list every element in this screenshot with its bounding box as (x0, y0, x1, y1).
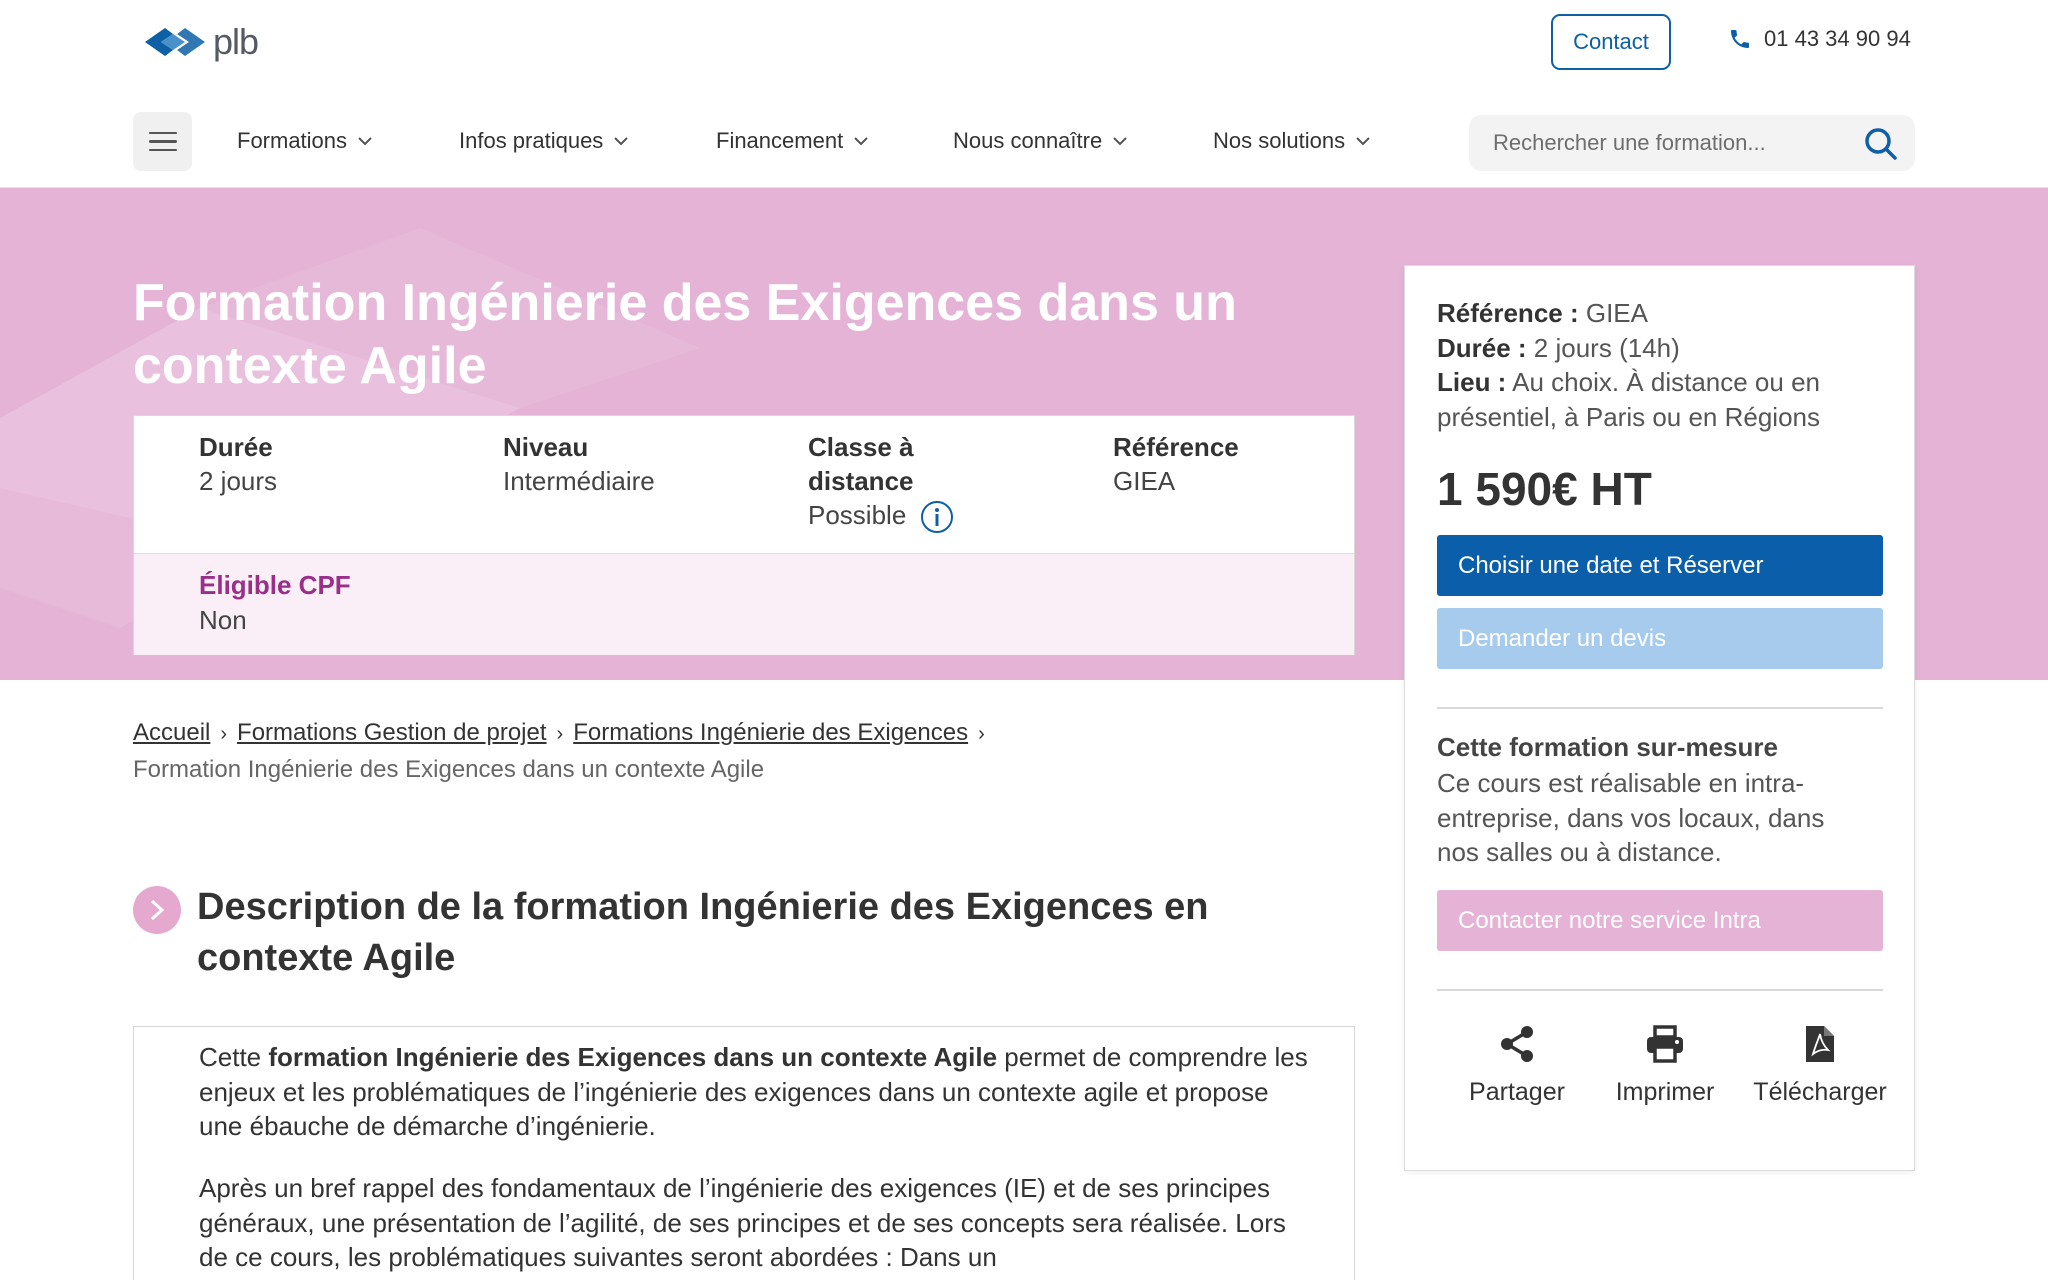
text-bold: formation Ingénierie des Exigences dans … (268, 1042, 998, 1072)
nav-item-nous-connaitre[interactable]: Nous connaître (953, 128, 1128, 154)
chevron-right-icon: › (220, 723, 228, 745)
breadcrumb-home[interactable]: Accueil (133, 719, 210, 746)
info-value-row: Possible (808, 498, 954, 534)
info-reference: Référence GIEA (1113, 430, 1239, 498)
booking-card: Référence : GIEA Durée : 2 jours (14h) L… (1404, 265, 1915, 1171)
card-meta-label: Référence : (1437, 298, 1579, 328)
phone-number: 01 43 34 90 94 (1764, 26, 1911, 51)
nav-item-financement[interactable]: Financement (716, 128, 869, 154)
info-value: GIEA (1113, 466, 1176, 496)
nav-item-label: Nos solutions (1213, 128, 1346, 153)
nav-item-label: Financement (716, 128, 844, 153)
card-meta-value: GIEA (1578, 298, 1648, 328)
breadcrumb-current: Formation Ingénierie des Exigences dans … (133, 756, 765, 783)
chevron-down-icon (614, 137, 629, 146)
download-action[interactable]: Télécharger (1745, 1024, 1895, 1107)
nav-item-infos-pratiques[interactable]: Infos pratiques (459, 128, 629, 154)
plb-logo-icon (145, 28, 205, 56)
page-title-line: contexte Agile (133, 337, 487, 395)
card-duree: Durée : 2 jours (14h) (1437, 331, 1887, 366)
print-action[interactable]: Imprimer (1605, 1024, 1725, 1107)
nav-item-label: Formations (237, 128, 348, 153)
nav-item-nos-solutions[interactable]: Nos solutions (1213, 128, 1371, 154)
card-meta-label: Durée : (1437, 332, 1527, 363)
page-title: Formation Ingénierie des Exigences dans … (133, 272, 1393, 398)
chevron-right-icon: › (556, 723, 564, 745)
info-classe-distance: Classe à distance Possible (808, 430, 954, 534)
info-label: Classe à (808, 432, 914, 462)
description-box: Cette formation Ingénierie des Exigences… (133, 1026, 1355, 1280)
contact-intra-button[interactable]: Contacter notre service Intra (1437, 890, 1883, 951)
card-lieu: Lieu : Au choix. À distance ou en présen… (1437, 365, 1887, 434)
phone-icon (1731, 30, 1749, 48)
search-box (1469, 115, 1915, 171)
menu-icon-line (148, 131, 177, 135)
chevron-down-icon (358, 137, 372, 146)
description-paragraph: Cette formation Ingénierie des Exigences… (199, 1040, 1319, 1144)
info-duree: Durée 2 jours (199, 430, 277, 498)
cpf-label: Éligible CPF (199, 570, 351, 600)
divider (1437, 989, 1883, 991)
print-label: Imprimer (1615, 1078, 1715, 1106)
share-icon (1501, 1026, 1533, 1062)
card-reference: Référence : GIEA (1437, 296, 1887, 331)
course-info-box: Durée 2 jours Niveau Intermédiaire Class… (133, 415, 1355, 655)
download-label: Télécharger (1753, 1078, 1887, 1106)
info-label: Durée (199, 432, 273, 462)
main-nav: Formations Infos pratiques Financement N… (0, 108, 2048, 188)
top-bar: plb Contact 01 43 34 90 94 (0, 0, 2048, 84)
cpf-row: Éligible CPF Non (134, 553, 1354, 655)
logo[interactable]: plb (143, 20, 259, 64)
menu-icon-line (148, 148, 177, 152)
card-meta-value: 2 jours (14h) (1526, 332, 1680, 363)
contact-button[interactable]: Contact (1551, 14, 1671, 70)
nav-item-label: Nous connaître (953, 128, 1103, 153)
nav-item-formations[interactable]: Formations (237, 128, 373, 154)
chevron-down-icon (854, 137, 868, 146)
breadcrumb: Accueil › Formations Gestion de projet › For… (133, 715, 1363, 788)
search-input[interactable] (1493, 129, 1833, 157)
section-chevron-icon (133, 886, 181, 934)
card-meta-label: Lieu : (1437, 367, 1507, 397)
chevron-down-icon (1356, 137, 1370, 146)
info-value: Possible (808, 500, 907, 530)
course-info-top: Durée 2 jours Niveau Intermédiaire Class… (134, 416, 1354, 553)
reserve-button[interactable]: Choisir une date et Réserver (1437, 535, 1883, 596)
print-icon (1647, 1025, 1683, 1063)
breadcrumb-level2[interactable]: Formations Ingénierie des Exigences (573, 719, 968, 746)
text-span: Cette (199, 1042, 269, 1072)
description-paragraph: Après un bref rappel des fondamentaux de… (199, 1173, 1286, 1272)
card-meta: Référence : GIEA Durée : 2 jours (14h) L… (1437, 296, 1887, 434)
nav-item-label: Infos pratiques (459, 128, 604, 153)
info-value: 2 jours (199, 466, 278, 496)
chevron-right-icon: › (978, 723, 985, 745)
share-action[interactable]: Partager (1462, 1024, 1572, 1107)
info-label: Niveau (503, 432, 589, 462)
chevron-right-icon (150, 899, 165, 921)
quote-button[interactable]: Demander un devis (1437, 608, 1883, 669)
logo-text: plb (213, 21, 259, 62)
page-title-line: Formation Ingénierie des Exigences dans … (133, 274, 1237, 332)
cpf-value: Non (199, 605, 247, 635)
pdf-icon (1806, 1026, 1834, 1062)
price: 1 590€ HT (1437, 463, 1652, 515)
custom-training-title: Cette formation sur-mesure (1437, 732, 1778, 762)
phone-link[interactable]: 01 43 34 90 94 (1728, 26, 1911, 52)
info-label: Référence (1113, 432, 1239, 462)
divider (1437, 707, 1883, 709)
info-icon[interactable] (920, 500, 954, 534)
chevron-down-icon (1113, 137, 1127, 146)
breadcrumb-level1[interactable]: Formations Gestion de projet (237, 719, 546, 746)
info-niveau: Niveau Intermédiaire (503, 430, 655, 498)
search-icon[interactable] (1863, 126, 1899, 162)
menu-button[interactable] (133, 112, 192, 171)
share-label: Partager (1469, 1078, 1565, 1106)
section-title: Description de la formation Ingénierie d… (197, 886, 1209, 979)
custom-training-text: Ce cours est réalisable en intra-entrepr… (1437, 768, 1825, 867)
info-label: distance (808, 466, 914, 496)
menu-icon-line (148, 140, 177, 143)
info-value: Intermédiaire (503, 466, 655, 496)
